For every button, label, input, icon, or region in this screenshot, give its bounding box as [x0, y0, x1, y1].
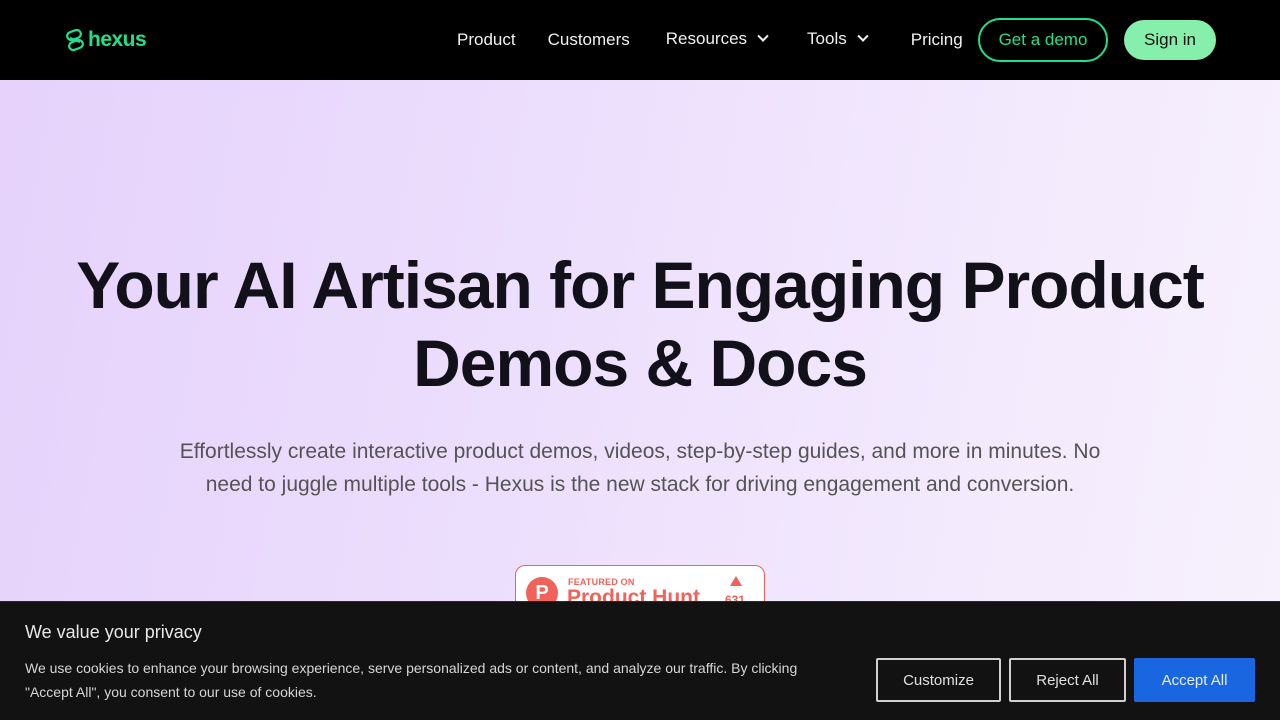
customize-button[interactable]: Customize: [876, 658, 1001, 702]
hero-title-line2: Demos & Docs: [413, 326, 868, 400]
nav-resources-label: Resources: [665, 29, 748, 48]
cookie-banner: We value your privacy We use cookies to …: [0, 601, 1280, 720]
nav-links: Product Customers Resources Tools Pricin…: [457, 0, 963, 80]
chevron-down-icon: [757, 30, 769, 42]
reject-all-button[interactable]: Reject All: [1009, 658, 1126, 702]
nav-pricing-label: Pricing: [910, 30, 963, 49]
accept-all-button[interactable]: Accept All: [1134, 658, 1255, 702]
hero-subtitle-line2: need to juggle multiple tools - Hexus is…: [205, 473, 1075, 496]
nav-product[interactable]: Product: [457, 30, 516, 50]
hero-subtitle-line1: Effortlessly create interactive product …: [179, 440, 1101, 463]
chevron-down-icon: [857, 30, 869, 42]
navbar: hexus Product Customers Resources Tools …: [0, 0, 1280, 80]
nav-product-label: Product: [457, 30, 516, 49]
hexus-logo-icon: [66, 29, 84, 51]
hero-subtitle: Effortlessly create interactive product …: [140, 435, 1140, 501]
cookie-title: We value your privacy: [25, 622, 202, 642]
get-demo-button[interactable]: Get a demo: [978, 18, 1108, 62]
logo-text: hexus: [88, 28, 147, 51]
hero-title-line1: Your AI Artisan for Engaging Product: [76, 248, 1205, 322]
hero-title: Your AI Artisan for Engaging Product Dem…: [0, 246, 1280, 402]
nav-pricing[interactable]: Pricing: [911, 30, 963, 50]
nav-resources[interactable]: Resources: [665, 29, 769, 49]
logo[interactable]: hexus: [64, 28, 147, 52]
upvote-arrow-icon: [730, 576, 742, 586]
cookie-text: We use cookies to enhance your browsing …: [25, 660, 798, 700]
nav-tools-label: Tools: [807, 29, 847, 48]
nav-customers[interactable]: Customers: [548, 30, 630, 50]
sign-in-button[interactable]: Sign in: [1124, 20, 1216, 60]
nav-tools[interactable]: Tools: [807, 29, 869, 49]
nav-customers-label: Customers: [547, 30, 630, 49]
